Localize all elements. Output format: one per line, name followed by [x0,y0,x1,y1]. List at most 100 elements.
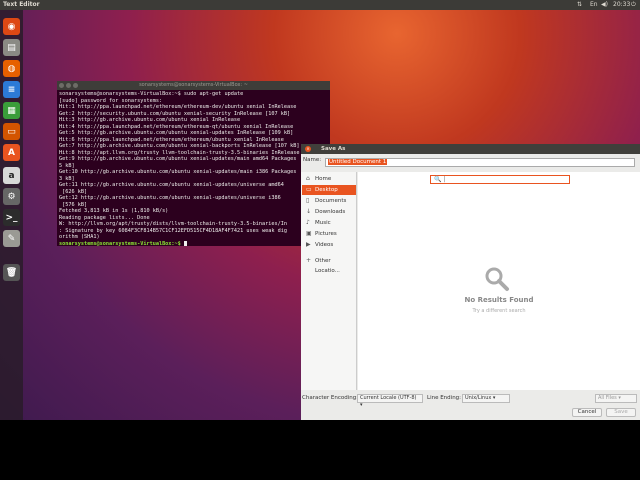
line-ending-label: Line Ending: [427,395,462,401]
search-icon [485,267,509,291]
sidebar-item-other-locatio[interactable]: + Other Locatio... [302,256,356,275]
clock[interactable]: 20:33 [613,0,630,10]
terminal-prompt: sonarsystems@sonarsystems-VirtualBox:~$ [59,240,184,247]
ubuntu-dash-icon[interactable]: ◉ [3,18,20,35]
close-icon[interactable]: × [305,146,311,152]
sidebar-item-label: Videos [315,242,334,248]
terminal-line: Reading package lists... Done [59,214,150,221]
line-ending-value: Unix/Linux [465,395,492,401]
terminal-output[interactable]: sonarsystems@sonarsystems-VirtualBox:~$ … [57,90,330,246]
sidebar-item-home[interactable]: ⌂ Home [302,174,356,184]
terminal-line: sonarsystems@sonarsystems-VirtualBox:~$ … [59,91,244,97]
file-list-area[interactable]: 🔍 | No Results Found Try a different sea… [358,172,640,390]
encoding-value: Current Locale (UTF-8) [360,395,417,401]
software-center-icon[interactable]: A [3,144,20,161]
encoding-select[interactable]: Current Locale (UTF-8) ▾ [357,394,423,408]
no-results-message: No Results Found [464,296,534,304]
sidebar-item-downloads[interactable]: ↓ Downloads [302,207,356,217]
text-editor-icon[interactable]: ✎ [3,230,20,247]
terminal-line: Get:2 http://security.ubuntu.com/ubuntu … [59,110,291,117]
terminal-line: Get:5 http://gb.archive.ubuntu.com/ubunt… [59,130,294,136]
terminal-line: Hit:6 http://ppa.launchpad.net/ethereum/… [59,136,284,143]
desktop-icon: ▭ [306,186,312,193]
sidebar-item-label: Downloads [315,209,346,215]
sidebar-item-label: Documents [315,198,347,204]
close-icon[interactable] [59,83,64,88]
power-icon[interactable]: ⏻ [631,0,636,10]
terminal-line: [626 kB] [62,188,88,195]
sidebar-item-music[interactable]: ♪ Music [302,218,356,228]
terminal-line: : Signature by key 6084F3CF814B57C1CF12E… [59,227,287,234]
encoding-label: Character Encoding: [302,395,359,401]
terminal-line: Get:9 http://gb.archive.ubuntu.com/ubunt… [59,156,297,162]
files-icon[interactable]: ▤ [3,39,20,56]
terminal-title: sonarsystems@sonarsystems-VirtualBox: ~ [139,82,248,88]
terminal-line: W: http://llvm.org/apt/trusty/dists/llvm… [59,221,287,227]
plus-icon: + [306,257,312,264]
dialog-title: Save As [321,146,346,152]
pictures-icon: ▣ [306,230,312,237]
amazon-icon[interactable]: a [3,167,20,184]
maximize-icon[interactable] [73,83,78,88]
file-filter-value: All Files [598,395,617,401]
desktop: Text Editor ⇅ En ◀) 20:33 ⏻ ◉ ▤ ◍ ≡ ▦ ▭ Aa ⚙ >_ ✎… [0,0,640,420]
minimize-icon[interactable] [66,83,71,88]
top-panel: Text Editor ⇅ En ◀) 20:33 ⏻ [0,0,640,10]
terminal-line: Get:12 http://gb.archive.ubuntu.com/ubun… [59,195,281,201]
places-sidebar: ⌂ Home ▭ Desktop ▯ Documents ↓ Downloads ♪ Music ▣… [301,172,357,390]
settings-icon[interactable]: ⚙ [3,188,20,205]
terminal-icon[interactable]: >_ [3,209,20,226]
search-icon: 🔍 [434,176,442,183]
sidebar-item-desktop[interactable]: ▭ Desktop [302,185,356,195]
keyboard-layout-indicator[interactable]: En [590,0,598,10]
sidebar-item-label: Pictures [315,231,337,237]
documents-icon: ▯ [306,197,310,204]
active-app-title: Text Editor [3,1,40,8]
sidebar-item-label: Other Locatio... [315,258,340,274]
sidebar-item-videos[interactable]: ▶ Videos [302,240,356,250]
terminal-line: orithm (SHA1) [59,234,100,240]
impress-icon[interactable]: ▭ [3,123,20,140]
search-input[interactable]: 🔍 | [430,175,570,184]
terminal-line: Hit:8 http://apt.llvm.org/trusty llvm-to… [59,149,300,156]
terminal-line: Get:7 http://gb.archive.ubuntu.com/ubunt… [59,143,300,149]
terminal-line: Get:10 http://gb.archive.ubuntu.com/ubun… [59,169,297,175]
cancel-button[interactable]: Cancel [572,408,602,417]
sidebar-item-documents[interactable]: ▯ Documents [302,196,356,206]
downloads-icon: ↓ [306,208,312,215]
terminal-line: [sudo] password for sonarsystems: [59,97,163,104]
dialog-titlebar[interactable]: × Save As [301,144,640,154]
home-icon: ⌂ [306,175,310,182]
terminal-window[interactable]: sonarsystems@sonarsystems-VirtualBox: ~ … [57,81,330,246]
trash-icon[interactable]: 🗑 [3,264,20,281]
firefox-icon[interactable]: ◍ [3,60,20,77]
launcher: ◉ ▤ ◍ ≡ ▦ ▭ Aa ⚙ >_ ✎ 🗑 [0,10,23,420]
volume-icon[interactable]: ◀) [601,0,608,10]
terminal-line: 5 kB] [59,162,75,169]
letterbox [0,420,640,480]
terminal-line: Hit:4 http://ppa.launchpad.net/ethereum/… [59,123,294,130]
network-icon[interactable]: ⇅ [577,0,582,10]
sidebar-item-pictures[interactable]: ▣ Pictures [302,229,356,239]
sidebar-item-label: Desktop [315,187,338,193]
filename-value: Untitled Document 1 [328,159,388,165]
save-as-dialog: × Save As Name: Untitled Document 1 ⌂ Hom… [301,144,640,420]
line-ending-select[interactable]: Unix/Linux ▾ [462,394,510,403]
calc-icon[interactable]: ▦ [3,102,20,119]
name-label: Name: [303,157,322,163]
terminal-cursor [183,240,188,246]
terminal-line: [576 kB] [62,201,88,208]
terminal-line: Fetched 3,813 kB in 1s (1,810 kB/s) [59,208,169,214]
save-button[interactable]: Save [606,408,636,417]
writer-icon[interactable]: ≡ [3,81,20,98]
sidebar-item-label: Music [315,220,331,226]
terminal-line: 3 kB] [59,175,75,182]
dialog-footer: Character Encoding: Current Locale (UTF-… [301,390,640,420]
sidebar-item-label: Home [315,176,332,182]
videos-icon: ▶ [306,241,311,248]
try-search-hint: Try a different search [472,308,526,314]
filename-input[interactable]: Untitled Document 1 [325,158,635,167]
file-filter-select[interactable]: All Files ▾ [595,394,637,403]
terminal-titlebar[interactable]: sonarsystems@sonarsystems-VirtualBox: ~ [57,81,330,90]
terminal-line: Hit:1 http://ppa.launchpad.net/ethereum/… [59,104,297,110]
